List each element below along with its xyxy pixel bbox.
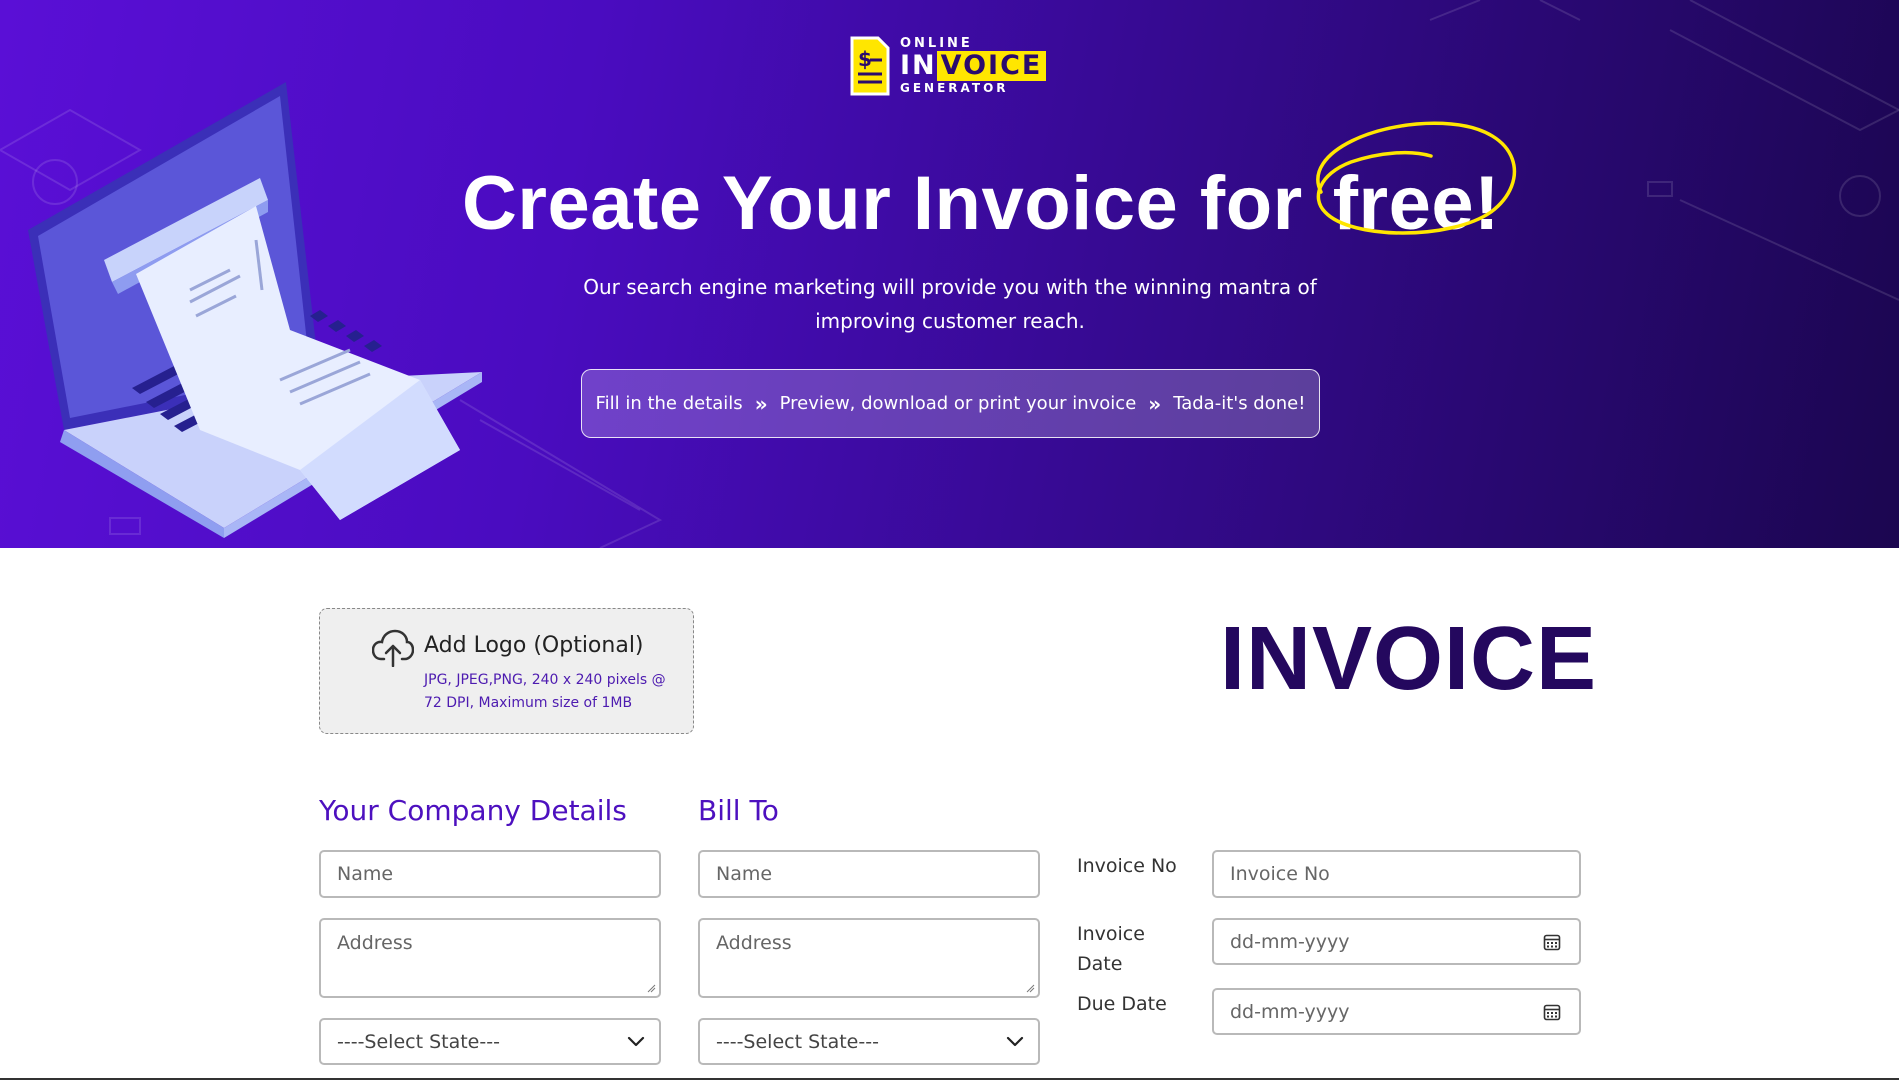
step-3: Tada-it's done! (1173, 393, 1306, 414)
company-name-field[interactable]: Name (319, 850, 661, 898)
invoice-heading: INVOICE (1220, 609, 1598, 709)
logo-top-text: ONLINE (900, 36, 973, 51)
resize-grip-icon[interactable] (1025, 983, 1035, 993)
cloud-upload-icon (372, 629, 414, 667)
invoice-date-field[interactable]: dd-mm-yyyy (1212, 918, 1581, 965)
invoice-no-field[interactable]: Invoice No (1212, 850, 1581, 898)
bill-to-address-placeholder: Address (716, 932, 792, 954)
chevron-down-icon (627, 1036, 645, 1046)
svg-text:$: $ (858, 47, 872, 71)
bill-to-state-select[interactable]: ----Select State--- (698, 1018, 1040, 1065)
due-date-value: dd-mm-yyyy (1230, 1000, 1350, 1023)
steps-banner: Fill in the details » Preview, download … (581, 369, 1320, 438)
logo-voice-text: VOICE (936, 51, 1047, 81)
hero-title: Create Your Invoice for free! (462, 121, 1516, 247)
hero-title-highlight: free! (1332, 161, 1500, 246)
company-state-select[interactable]: ----Select State--- (319, 1018, 661, 1065)
logo-in-text: IN (900, 50, 937, 81)
resize-grip-icon[interactable] (646, 983, 656, 993)
company-address-placeholder: Address (337, 932, 413, 954)
hero-banner: $ ONLINE IN VOICE GENERATOR Create Your … (0, 0, 1899, 548)
invoice-date-value: dd-mm-yyyy (1230, 930, 1350, 953)
logo-bottom-text: GENERATOR (900, 81, 1009, 95)
bill-to-name-field[interactable]: Name (698, 850, 1040, 898)
hero-subtitle: Our search engine marketing will provide… (583, 275, 1317, 333)
calendar-icon[interactable] (1543, 1003, 1561, 1021)
add-logo-title: Add Logo (Optional) (424, 633, 644, 658)
laptop-illustration (28, 82, 482, 538)
chevron-down-icon (1006, 1036, 1024, 1046)
company-state-value: ----Select State--- (337, 1030, 500, 1053)
logo-main-text: IN VOICE (900, 50, 1047, 81)
calendar-icon[interactable] (1543, 933, 1561, 951)
due-date-field[interactable]: dd-mm-yyyy (1212, 988, 1581, 1035)
add-logo-dropzone[interactable]: Add Logo (Optional) JPG, JPEG,PNG, 240 x… (319, 608, 694, 734)
bill-to-address-field[interactable]: Address (698, 918, 1040, 998)
hero-title-text: Create Your Invoice for (462, 161, 1303, 246)
add-logo-hint: JPG, JPEG,PNG, 240 x 240 pixels @ 72 DPI… (424, 672, 666, 711)
bill-to-title: Bill To (698, 794, 779, 827)
invoice-document-icon: $ (850, 36, 890, 96)
hero-title-highlight-wrap: free! (1316, 121, 1516, 247)
company-address-field[interactable]: Address (319, 918, 661, 998)
bill-to-state-value: ----Select State--- (716, 1030, 879, 1053)
step-2: Preview, download or print your invoice (779, 393, 1137, 414)
invoice-date-label-line1: Invoice (1077, 923, 1145, 945)
step-1: Fill in the details (595, 393, 743, 414)
brand-logo[interactable]: $ ONLINE IN VOICE GENERATOR (848, 36, 1047, 96)
invoice-no-label: Invoice No (1077, 855, 1177, 877)
invoice-date-label-line2: Date (1077, 953, 1123, 975)
company-details-title: Your Company Details (319, 794, 627, 827)
due-date-label: Due Date (1077, 993, 1167, 1015)
double-chevron-icon: » (754, 391, 768, 416)
double-chevron-icon: » (1148, 391, 1162, 416)
